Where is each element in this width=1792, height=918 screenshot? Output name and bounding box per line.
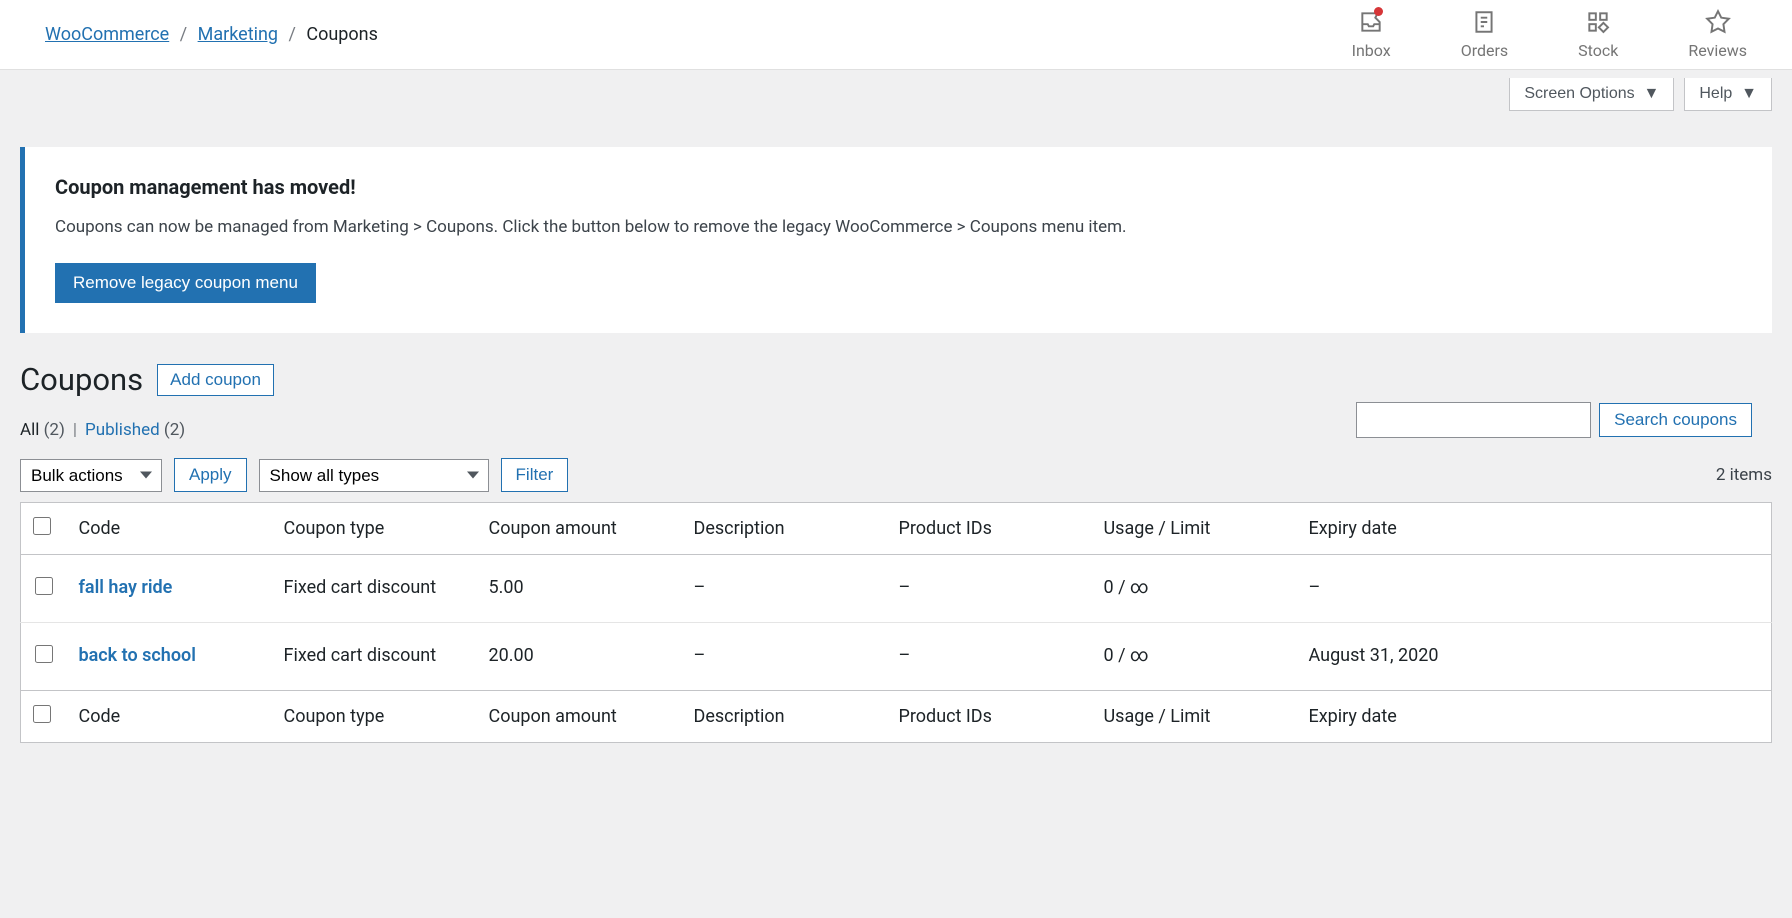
col-pid[interactable]: Product IDs bbox=[887, 503, 1092, 555]
cell-expiry: – bbox=[1297, 555, 1772, 623]
cell-amount: 20.00 bbox=[477, 623, 682, 691]
notice-title: Coupon management has moved! bbox=[55, 175, 1742, 199]
col-code[interactable]: Code bbox=[67, 691, 272, 743]
col-expiry[interactable]: Expiry date bbox=[1297, 503, 1772, 555]
cell-expiry: August 31, 2020 bbox=[1297, 623, 1772, 691]
col-amount[interactable]: Coupon amount bbox=[477, 503, 682, 555]
orders-icon bbox=[1471, 9, 1497, 35]
table-row: back to school Fixed cart discount 20.00… bbox=[21, 623, 1772, 691]
cell-desc: – bbox=[682, 623, 887, 691]
cell-usage: 0 / ∞ bbox=[1092, 623, 1297, 691]
notice-panel: Coupon management has moved! Coupons can… bbox=[20, 147, 1772, 333]
filter-button[interactable]: Filter bbox=[501, 458, 569, 492]
table-row: fall hay ride Fixed cart discount 5.00 –… bbox=[21, 555, 1772, 623]
items-count: 2 items bbox=[1716, 465, 1772, 485]
cell-pid: – bbox=[887, 623, 1092, 691]
breadcrumb-woocommerce[interactable]: WooCommerce bbox=[45, 24, 169, 45]
stock-icon bbox=[1585, 9, 1611, 35]
nav-label: Orders bbox=[1461, 41, 1508, 60]
col-type[interactable]: Coupon type bbox=[272, 691, 477, 743]
coupon-code-link[interactable]: fall hay ride bbox=[79, 577, 173, 598]
nav-label: Inbox bbox=[1352, 41, 1391, 60]
coupons-table: Code Coupon type Coupon amount Descripti… bbox=[20, 502, 1772, 743]
page-title: Coupons bbox=[20, 361, 143, 398]
col-expiry[interactable]: Expiry date bbox=[1297, 691, 1772, 743]
col-desc[interactable]: Description bbox=[682, 691, 887, 743]
breadcrumb: WooCommerce / Marketing / Coupons bbox=[45, 24, 378, 45]
select-all-checkbox[interactable] bbox=[33, 517, 51, 535]
nav-label: Stock bbox=[1578, 41, 1618, 60]
notification-dot-icon bbox=[1374, 7, 1383, 16]
search-input[interactable] bbox=[1356, 402, 1591, 438]
nav-reviews[interactable]: Reviews bbox=[1688, 9, 1747, 60]
cell-amount: 5.00 bbox=[477, 555, 682, 623]
row-checkbox[interactable] bbox=[35, 645, 53, 663]
nav-inbox[interactable]: Inbox bbox=[1352, 9, 1391, 60]
col-desc[interactable]: Description bbox=[682, 503, 887, 555]
col-type[interactable]: Coupon type bbox=[272, 503, 477, 555]
col-code[interactable]: Code bbox=[67, 503, 272, 555]
col-usage[interactable]: Usage / Limit bbox=[1092, 503, 1297, 555]
col-pid[interactable]: Product IDs bbox=[887, 691, 1092, 743]
filter-all[interactable]: All (2) bbox=[20, 420, 65, 440]
coupon-code-link[interactable]: back to school bbox=[79, 645, 196, 666]
select-all-checkbox-footer[interactable] bbox=[33, 705, 51, 723]
types-select[interactable]: Show all types bbox=[259, 459, 489, 492]
cell-type: Fixed cart discount bbox=[272, 555, 477, 623]
col-usage[interactable]: Usage / Limit bbox=[1092, 691, 1297, 743]
col-amount[interactable]: Coupon amount bbox=[477, 691, 682, 743]
filter-published[interactable]: Published (2) bbox=[85, 420, 185, 440]
bulk-actions-select[interactable]: Bulk actions bbox=[20, 459, 162, 492]
nav-stock[interactable]: Stock bbox=[1578, 9, 1618, 60]
reviews-icon bbox=[1705, 9, 1731, 35]
add-coupon-button[interactable]: Add coupon bbox=[157, 364, 274, 396]
apply-button[interactable]: Apply bbox=[174, 458, 247, 492]
screen-options-button[interactable]: Screen Options ▼ bbox=[1509, 78, 1674, 111]
breadcrumb-marketing[interactable]: Marketing bbox=[198, 24, 278, 45]
remove-legacy-button[interactable]: Remove legacy coupon menu bbox=[55, 263, 316, 303]
notice-body: Coupons can now be managed from Marketin… bbox=[55, 217, 1742, 237]
cell-desc: – bbox=[682, 555, 887, 623]
search-button[interactable]: Search coupons bbox=[1599, 403, 1752, 437]
breadcrumb-current: Coupons bbox=[306, 24, 378, 45]
cell-type: Fixed cart discount bbox=[272, 623, 477, 691]
nav-orders[interactable]: Orders bbox=[1461, 9, 1508, 60]
row-checkbox[interactable] bbox=[35, 577, 53, 595]
cell-usage: 0 / ∞ bbox=[1092, 555, 1297, 623]
help-button[interactable]: Help ▼ bbox=[1684, 78, 1772, 111]
nav-label: Reviews bbox=[1688, 41, 1747, 60]
cell-pid: – bbox=[887, 555, 1092, 623]
